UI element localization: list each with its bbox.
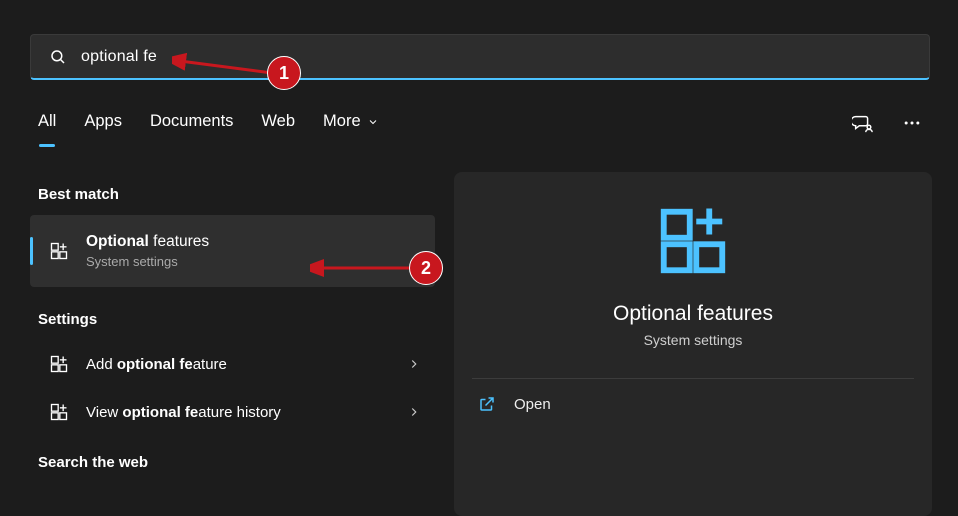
chat-person-icon[interactable]	[852, 112, 874, 134]
settings-item-view-history[interactable]: View optional feature history	[30, 388, 435, 436]
chevron-down-icon	[367, 116, 379, 128]
best-match-card[interactable]: Optional features System settings	[30, 215, 435, 287]
tab-apps[interactable]: Apps	[84, 112, 122, 137]
section-search-web-title: Search the web	[38, 454, 435, 471]
section-settings-title: Settings	[38, 311, 435, 328]
open-button[interactable]: Open	[472, 379, 914, 429]
chevron-right-icon	[407, 357, 421, 371]
detail-title: Optional features	[613, 302, 773, 326]
settings-item-label: Add optional feature	[86, 356, 227, 373]
settings-item-add-optional-feature[interactable]: Add optional feature	[30, 340, 435, 388]
open-external-icon	[478, 395, 496, 413]
best-match-subtitle: System settings	[86, 254, 209, 269]
detail-pane: Optional features System settings Open	[454, 172, 932, 516]
open-label: Open	[514, 396, 551, 413]
optional-features-icon	[48, 240, 70, 262]
optional-features-icon	[48, 354, 70, 374]
search-icon	[49, 48, 67, 66]
search-bar[interactable]	[30, 34, 930, 80]
results-left-column: Best match Optional features System sett…	[30, 186, 435, 483]
chevron-right-icon	[407, 405, 421, 419]
tab-more-label: More	[323, 112, 361, 131]
settings-item-label: View optional feature history	[86, 404, 281, 421]
optional-features-icon	[48, 402, 70, 422]
top-right-actions	[852, 112, 922, 134]
search-input[interactable]	[81, 48, 911, 66]
optional-features-icon	[654, 202, 732, 280]
more-icon[interactable]	[902, 113, 922, 133]
detail-subtitle: System settings	[644, 332, 743, 348]
section-best-match-title: Best match	[38, 186, 435, 203]
tab-web[interactable]: Web	[261, 112, 295, 137]
tab-documents[interactable]: Documents	[150, 112, 233, 137]
tab-more[interactable]: More	[323, 112, 379, 137]
best-match-title: Optional features	[86, 233, 209, 251]
tab-all[interactable]: All	[38, 112, 56, 137]
filter-tabs: All Apps Documents Web More	[38, 112, 379, 137]
